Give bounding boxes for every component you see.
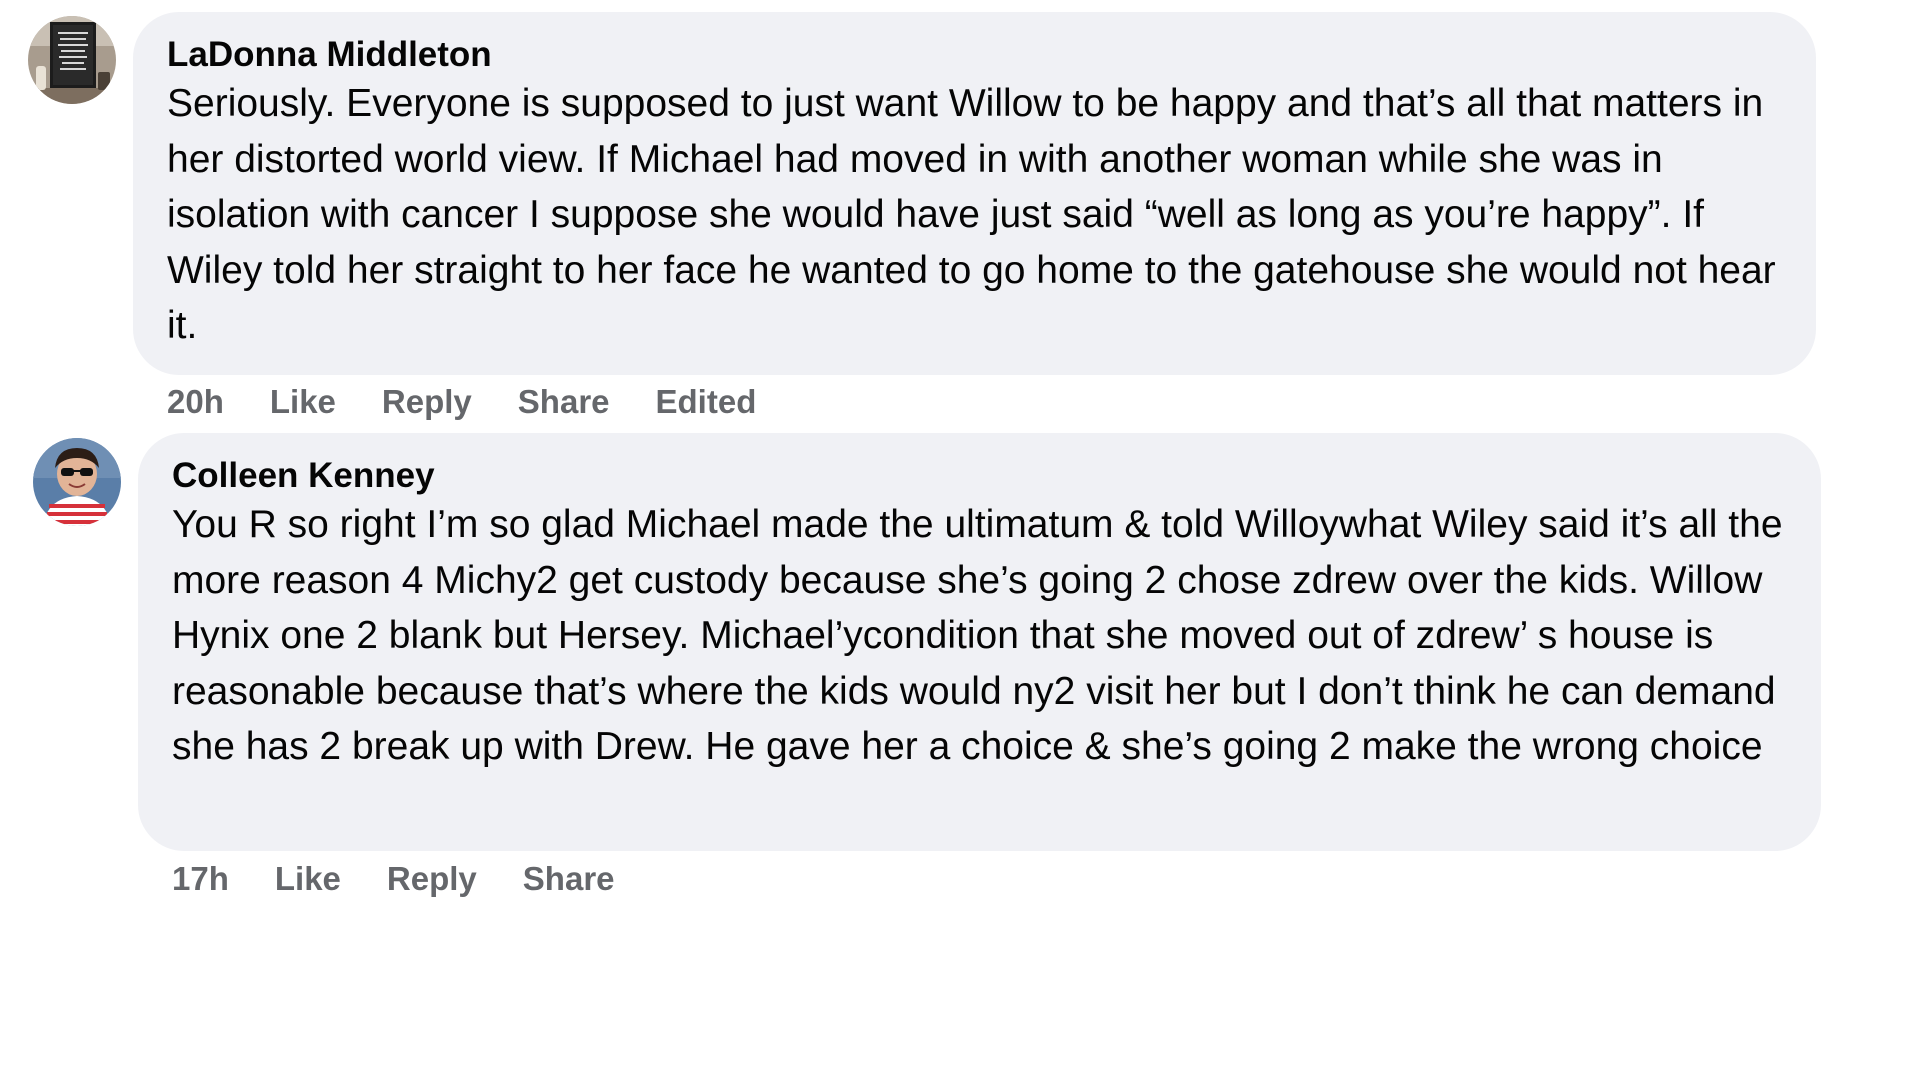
share-button[interactable]: Share — [518, 382, 610, 422]
share-button[interactable]: Share — [523, 859, 615, 899]
comment-author[interactable]: LaDonna Middleton — [167, 34, 1786, 76]
reply-button[interactable]: Reply — [387, 859, 477, 899]
comment-text: Seriously. Everyone is supposed to just … — [167, 82, 1776, 347]
comment-timestamp[interactable]: 17h — [172, 859, 229, 899]
comment-bubble: LaDonna Middleton Seriously. Everyone is… — [133, 12, 1816, 375]
framed-sign-avatar-icon — [28, 16, 116, 104]
like-button[interactable]: Like — [270, 382, 336, 422]
comment-actions: 17h Like Reply Share — [172, 859, 661, 899]
comment-text: You R so right I’m so glad Michael made … — [172, 503, 1783, 768]
like-button[interactable]: Like — [275, 859, 341, 899]
comment-author[interactable]: Colleen Kenney — [172, 455, 1791, 497]
comment-timestamp[interactable]: 20h — [167, 382, 224, 422]
avatar[interactable] — [28, 16, 116, 104]
reply-button[interactable]: Reply — [382, 382, 472, 422]
edited-label[interactable]: Edited — [656, 382, 757, 422]
comment-bubble: Colleen Kenney You R so right I’m so gla… — [138, 433, 1821, 851]
avatar[interactable] — [33, 438, 121, 526]
comment-actions: 20h Like Reply Share Edited — [167, 382, 802, 422]
person-photo-avatar-icon — [33, 438, 121, 526]
